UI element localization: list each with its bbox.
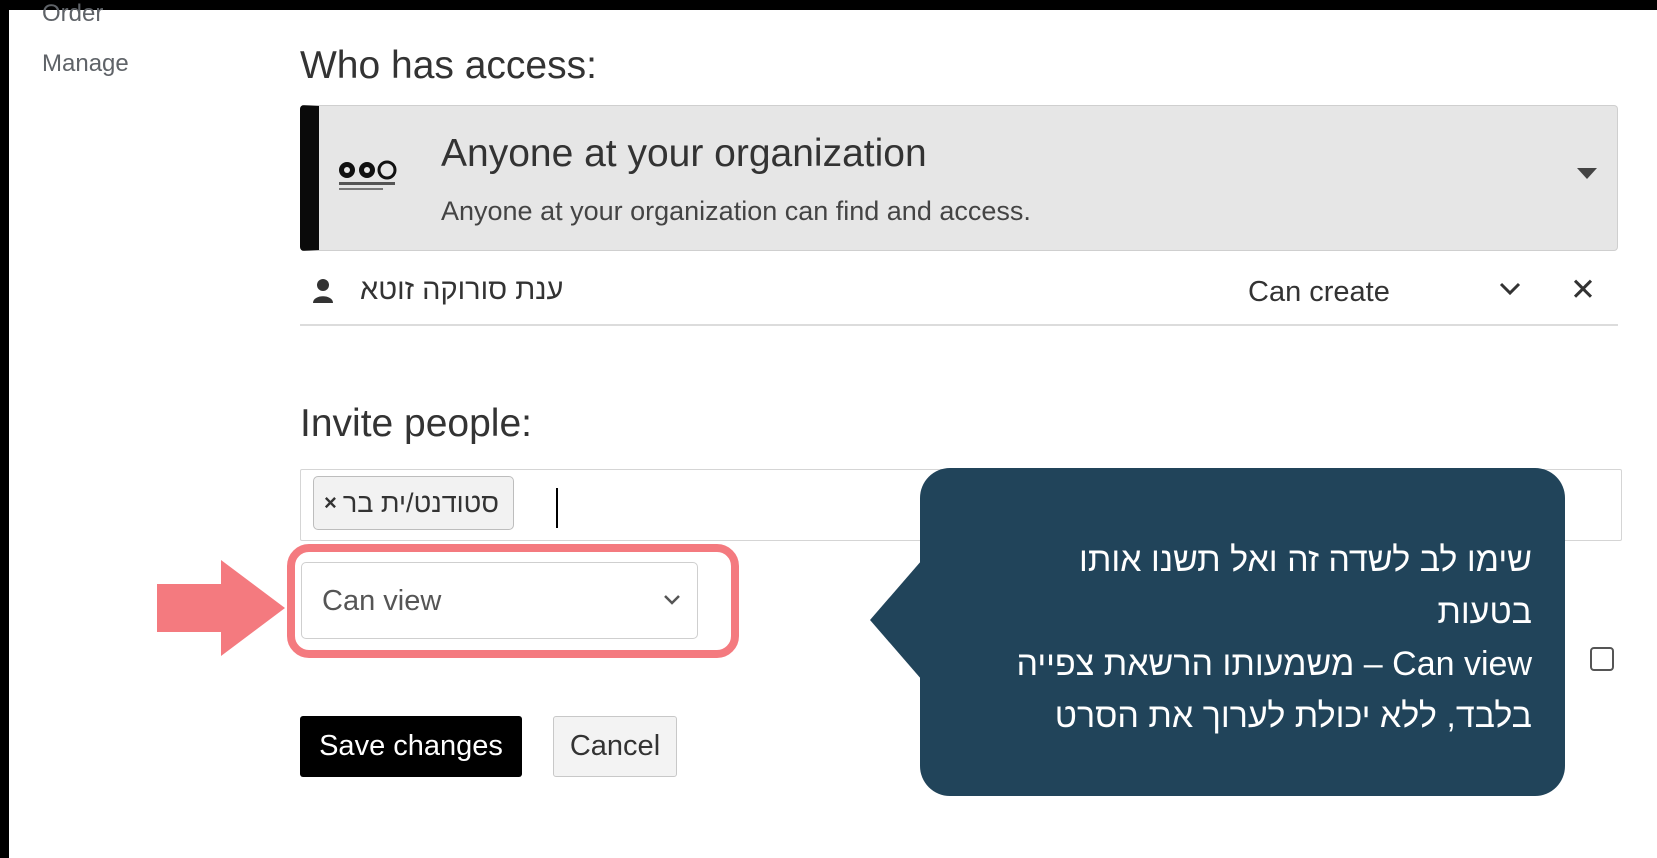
callout-line: בטעות (1437, 593, 1532, 631)
invite-tag: × סטודנט/ית בר (313, 476, 515, 530)
chevron-down-icon[interactable] (1498, 280, 1522, 303)
member-row: ענת סורוקה זוטא Can create ✕ (300, 264, 1618, 326)
callout-line: Can view – משמעותו הרשאת צפייה (1016, 645, 1532, 683)
callout-line: בלבד, ללא יכולת לערוך את הסרט (1054, 697, 1532, 735)
access-option-description: Anyone at your organization can find and… (441, 196, 1031, 226)
permission-select[interactable]: Can view (301, 562, 698, 639)
cancel-button[interactable]: Cancel (553, 716, 677, 777)
notify-checkbox[interactable] (1590, 647, 1614, 671)
save-button[interactable]: Save changes (300, 716, 522, 777)
sidebar-item-order[interactable]: Order (42, 0, 103, 28)
callout-line: שימו לב לשדה זה ואל תשנו אותו (1079, 541, 1532, 579)
access-option-title: Anyone at your organization (441, 132, 927, 175)
callout-text: שימו לב לשדה זה ואל תשנו אותו בטעות Can … (960, 534, 1532, 742)
organization-logo (337, 158, 401, 198)
user-icon (312, 278, 334, 309)
member-role-select[interactable]: Can create (1248, 276, 1390, 309)
window-top-border (0, 0, 1657, 10)
member-name: ענת סורוקה זוטא (360, 274, 564, 306)
permission-select-value: Can view (322, 585, 442, 617)
caret-down-icon (1577, 168, 1597, 179)
callout-tooltip: שימו לב לשדה זה ואל תשנו אותו בטעות Can … (920, 468, 1565, 796)
invite-people-heading: Invite people: (300, 402, 533, 445)
invite-tag-label: סטודנט/ית בר (342, 487, 500, 518)
share-settings-page: Order Manage Who has access: Anyone at y… (0, 0, 1657, 858)
close-icon[interactable]: × (324, 490, 337, 516)
sidebar-item-manage[interactable]: Manage (42, 50, 129, 78)
remove-member-button[interactable]: ✕ (1570, 272, 1596, 308)
text-cursor (556, 488, 558, 528)
callout-pointer (870, 560, 922, 680)
window-left-border (0, 0, 9, 858)
access-level-dropdown[interactable]: Anyone at your organization Anyone at yo… (300, 105, 1618, 251)
who-has-access-heading: Who has access: (300, 44, 597, 87)
chevron-down-icon (663, 593, 681, 611)
arrow-right-icon (157, 560, 285, 661)
